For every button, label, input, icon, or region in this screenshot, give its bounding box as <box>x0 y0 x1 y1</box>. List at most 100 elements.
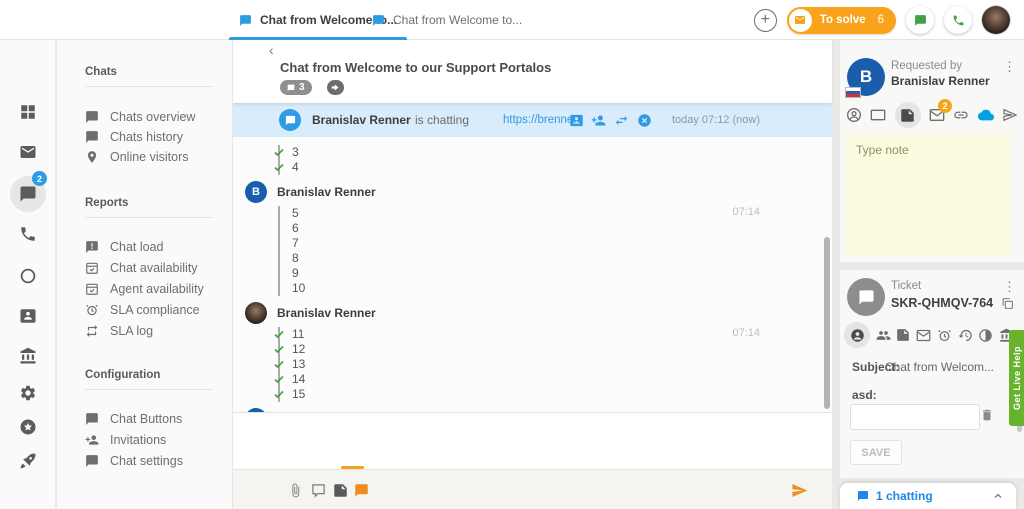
message-text: 12 <box>292 342 305 356</box>
close-circle-icon[interactable] <box>637 113 652 128</box>
section-title-chats: Chats <box>85 66 117 78</box>
chat-outline-icon[interactable] <box>311 483 326 498</box>
avatar: B <box>245 408 267 413</box>
mail-badge: 2 <box>938 99 952 113</box>
chat-header: ‹ Chat from Welcome to our Support Porta… <box>233 40 832 103</box>
message-text: 11 <box>292 327 304 341</box>
message-list[interactable]: 3 4 B Branislav Renner 07:14 5 6 7 8 9 1… <box>233 137 832 413</box>
attachment-icon[interactable] <box>288 483 303 498</box>
contact-card-icon[interactable] <box>569 113 584 128</box>
bank-icon[interactable] <box>19 347 37 365</box>
sidebar-item-label: SLA compliance <box>110 303 200 317</box>
message-text: 3 <box>292 145 299 159</box>
to-solve-button[interactable]: To solve 6 <box>787 7 896 34</box>
contrast-icon[interactable] <box>978 328 993 343</box>
salesforce-cloud-icon[interactable] <box>978 107 994 123</box>
chat-icon <box>857 490 869 502</box>
sidebar-item-online-visitors[interactable]: Online visitors <box>85 150 189 164</box>
sidebar-item-agent-availability[interactable]: Agent availability <box>85 282 204 296</box>
message-input[interactable] <box>233 414 832 466</box>
divider <box>85 86 213 87</box>
to-solve-label: To solve <box>820 14 866 26</box>
sidebar-item-chat-buttons[interactable]: Chat Buttons <box>85 412 182 426</box>
user-avatar[interactable] <box>982 6 1010 34</box>
transfer-icon[interactable] <box>327 80 344 95</box>
sidebar-item-label: Invitations <box>110 433 166 447</box>
transfer-arrows-icon[interactable] <box>614 113 629 128</box>
get-live-help-label: Get Live Help <box>1012 346 1022 410</box>
note-icon[interactable] <box>896 328 910 342</box>
chat-status-bar: Branislav Renner is chatting https://bre… <box>233 103 832 137</box>
chat-count-badge[interactable]: 3 <box>280 80 312 95</box>
note-icon[interactable] <box>895 102 921 128</box>
rocket-icon[interactable] <box>19 452 37 470</box>
sidebar-item-label: Agent availability <box>110 282 204 296</box>
phone-icon <box>952 14 965 27</box>
chat-icon <box>85 130 99 144</box>
note-input[interactable] <box>846 135 1010 255</box>
sidebar-item-sla-log[interactable]: SLA log <box>85 324 153 338</box>
contact-card-icon[interactable] <box>19 307 37 325</box>
person-icon[interactable] <box>844 322 870 348</box>
person-icon[interactable] <box>846 107 862 123</box>
sidebar-item-label: Chat availability <box>110 261 198 275</box>
alarm-clock-icon[interactable] <box>937 328 952 343</box>
mail-icon[interactable]: 2 <box>929 107 945 123</box>
chatting-footer[interactable]: 1 chatting <box>840 483 1016 509</box>
link-icon[interactable] <box>953 107 969 123</box>
sidebar-item-chat-load[interactable]: Chat load <box>85 240 164 254</box>
settings-gear-icon[interactable] <box>19 384 37 402</box>
sidebar-item-chats-overview[interactable]: Chats overview <box>85 110 195 124</box>
chat-icon <box>85 412 99 426</box>
sidebar-item-chat-availability[interactable]: Chat availability <box>85 261 198 275</box>
sidebar-item-label: Online visitors <box>110 150 189 164</box>
dashboard-icon[interactable] <box>19 103 37 121</box>
canned-message-icon[interactable] <box>333 483 348 498</box>
requester-name: Branislav Renner <box>891 74 990 88</box>
kebab-menu-icon[interactable]: ⋮ <box>1003 60 1016 73</box>
subject-value: Chat from Welcom... <box>885 360 994 374</box>
group-icon[interactable] <box>876 328 891 343</box>
copy-icon[interactable] <box>1001 297 1014 310</box>
kebab-menu-icon[interactable]: ⋮ <box>1003 280 1016 293</box>
chat-badge: 2 <box>32 171 47 186</box>
ring-icon[interactable] <box>19 267 37 285</box>
note-tab-icon[interactable] <box>354 483 369 498</box>
sidebar-item-sla-compliance[interactable]: SLA compliance <box>85 303 200 317</box>
chat-title: Chat from Welcome to our Support Portalo… <box>280 60 551 75</box>
sidebar-item-chats-history[interactable]: Chats history <box>85 130 183 144</box>
sidebar-menu: Chats Chats overview Chats history Onlin… <box>57 40 233 509</box>
chat-quick-button[interactable] <box>906 6 934 34</box>
location-pin-icon <box>85 150 99 164</box>
back-chevron-icon[interactable]: ‹ <box>269 42 274 58</box>
send-sketch-icon[interactable] <box>1002 107 1018 123</box>
sidebar-item-invitations[interactable]: Invitations <box>85 433 166 447</box>
tab-chat-2[interactable]: Chat from Welcome to... <box>358 0 536 40</box>
mail-icon[interactable] <box>19 143 37 161</box>
chat-icon[interactable] <box>19 185 37 203</box>
trash-icon[interactable] <box>980 408 994 422</box>
message-group: 3 4 <box>278 145 832 175</box>
tab-label: Chat from Welcome to... <box>393 13 522 27</box>
get-live-help-button[interactable]: Get Live Help <box>1009 330 1024 426</box>
phone-icon[interactable] <box>19 225 37 243</box>
add-person-icon[interactable] <box>591 113 606 128</box>
phone-quick-button[interactable] <box>944 6 972 34</box>
message-text: 4 <box>292 160 299 174</box>
card-icon[interactable] <box>870 107 886 123</box>
delivered-check-icon <box>273 358 285 370</box>
chevron-up-icon[interactable] <box>992 490 1004 502</box>
message-text: 9 <box>292 266 299 280</box>
history-icon[interactable] <box>958 328 973 343</box>
section-title-configuration: Configuration <box>85 369 160 381</box>
mail-icon[interactable] <box>916 328 931 343</box>
scrollbar-thumb[interactable] <box>824 237 830 409</box>
ticket-id: SKR-QHMQV-764 <box>891 296 993 310</box>
badge-star-icon[interactable] <box>19 418 37 436</box>
custom-field-input[interactable] <box>850 404 980 430</box>
send-icon[interactable] <box>791 482 808 499</box>
sidebar-item-chat-settings[interactable]: Chat settings <box>85 454 183 468</box>
add-icon[interactable]: + <box>754 9 777 32</box>
save-button[interactable]: SAVE <box>850 440 902 465</box>
sender-name: Branislav Renner <box>277 412 376 413</box>
